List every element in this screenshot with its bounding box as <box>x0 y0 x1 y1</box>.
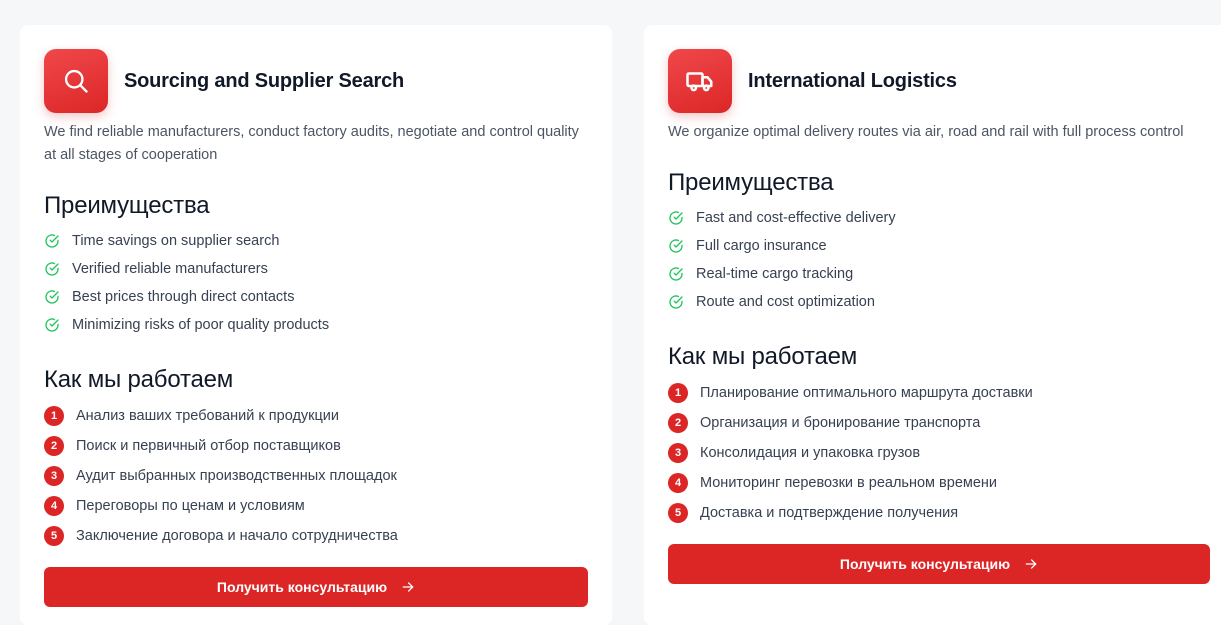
step-text: Консолидация и упаковка грузов <box>700 445 921 461</box>
service-card-sourcing: Sourcing and Supplier Search We find rel… <box>20 25 612 625</box>
advantage-text: Full cargo insurance <box>696 238 827 254</box>
search-icon <box>44 49 108 113</box>
advantages-heading: Преимущества <box>668 169 834 196</box>
check-circle-icon <box>45 318 59 332</box>
step-item: 3 Консолидация и упаковка грузов <box>668 438 1210 468</box>
card-title: International Logistics <box>748 69 957 92</box>
step-item: 3 Аудит выбранных производственных площа… <box>44 461 588 491</box>
step-item: 5 Заключение договора и начало сотруднич… <box>44 521 588 551</box>
step-number-badge: 1 <box>668 383 688 403</box>
arrow-right-icon <box>402 582 414 592</box>
step-item: 2 Поиск и первичный отбор поставщиков <box>44 431 588 461</box>
arrow-right-icon <box>1025 559 1037 569</box>
service-card-logistics: International Logistics We organize opti… <box>644 25 1221 625</box>
consultation-button[interactable]: Получить консультацию <box>668 544 1210 584</box>
card-header: Sourcing and Supplier Search <box>44 49 588 113</box>
advantage-text: Fast and cost-effective delivery <box>696 210 896 226</box>
advantage-text: Route and cost optimization <box>696 294 875 310</box>
advantages-heading: Преимущества <box>44 192 210 219</box>
advantage-item: Route and cost optimization <box>668 288 1210 316</box>
how-we-work-heading: Как мы работаем <box>668 343 858 370</box>
advantage-item: Fast and cost-effective delivery <box>668 204 1210 232</box>
truck-icon <box>668 49 732 113</box>
check-circle-icon <box>45 234 59 248</box>
advantages-list: Time savings on supplier search Verified… <box>44 227 588 339</box>
advantage-text: Verified reliable manufacturers <box>72 261 268 277</box>
check-circle-icon <box>669 211 683 225</box>
check-circle-icon <box>45 290 59 304</box>
advantage-item: Time savings on supplier search <box>44 227 588 255</box>
step-number-badge: 4 <box>668 473 688 493</box>
step-text: Переговоры по ценам и условиям <box>76 498 305 514</box>
how-we-work-heading: Как мы работаем <box>44 366 234 393</box>
step-number-badge: 1 <box>44 406 64 426</box>
step-number-badge: 2 <box>44 436 64 456</box>
advantage-text: Real-time cargo tracking <box>696 266 854 282</box>
step-text: Анализ ваших требований к продукции <box>76 408 340 424</box>
step-number-badge: 4 <box>44 496 64 516</box>
step-text: Организация и бронирование транспорта <box>700 415 981 431</box>
step-item: 1 Планирование оптимального маршрута дос… <box>668 378 1210 408</box>
step-number-badge: 5 <box>668 503 688 523</box>
check-circle-icon <box>669 239 683 253</box>
step-text: Заключение договора и начало сотрудничес… <box>76 528 398 544</box>
step-text: Аудит выбранных производственных площадо… <box>76 468 397 484</box>
card-description: We find reliable manufacturers, conduct … <box>44 124 579 163</box>
card-header: International Logistics <box>668 49 1210 113</box>
step-item: 2 Организация и бронирование транспорта <box>668 408 1210 438</box>
advantage-text: Time savings on supplier search <box>72 233 280 249</box>
step-number-badge: 2 <box>668 413 688 433</box>
consultation-button-label: Получить консультацию <box>839 556 1011 572</box>
step-item: 5 Доставка и подтверждение получения <box>668 498 1210 528</box>
step-item: 4 Мониторинг перевозки в реальном времен… <box>668 468 1210 498</box>
steps-list: 1 Анализ ваших требований к продукции 2 … <box>44 401 588 551</box>
step-text: Доставка и подтверждение получения <box>700 505 959 521</box>
check-circle-icon <box>45 262 59 276</box>
step-text: Планирование оптимального маршрута доста… <box>700 385 1033 401</box>
step-text: Поиск и первичный отбор поставщиков <box>76 438 341 454</box>
check-circle-icon <box>669 295 683 309</box>
advantages-list: Fast and cost-effective delivery Full ca… <box>668 204 1210 316</box>
advantage-item: Best prices through direct contacts <box>44 283 588 311</box>
advantage-text: Best prices through direct contacts <box>72 289 295 305</box>
steps-list: 1 Планирование оптимального маршрута дос… <box>668 378 1210 528</box>
advantage-text: Minimizing risks of poor quality product… <box>72 317 330 333</box>
card-title: Sourcing and Supplier Search <box>124 69 405 92</box>
step-number-badge: 5 <box>44 526 64 546</box>
step-text: Мониторинг перевозки в реальном времени <box>700 475 998 491</box>
card-description: We organize optimal delivery routes via … <box>668 124 1184 140</box>
advantage-item: Minimizing risks of poor quality product… <box>44 311 588 339</box>
advantage-item: Verified reliable manufacturers <box>44 255 588 283</box>
advantage-item: Full cargo insurance <box>668 232 1210 260</box>
step-item: 1 Анализ ваших требований к продукции <box>44 401 588 431</box>
consultation-button-label: Получить консультацию <box>216 579 388 595</box>
check-circle-icon <box>669 267 683 281</box>
step-number-badge: 3 <box>668 443 688 463</box>
consultation-button[interactable]: Получить консультацию <box>44 567 588 607</box>
step-number-badge: 3 <box>44 466 64 486</box>
advantage-item: Real-time cargo tracking <box>668 260 1210 288</box>
step-item: 4 Переговоры по ценам и условиям <box>44 491 588 521</box>
